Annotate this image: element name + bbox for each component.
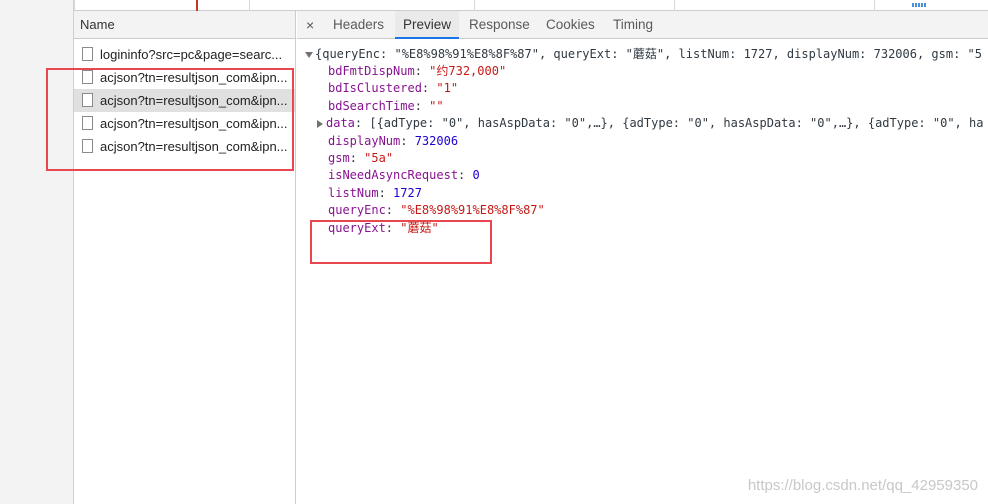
json-key: displayNum [328, 133, 401, 148]
expand-triangle-icon[interactable] [305, 51, 313, 58]
queryext-highlight-box [310, 220, 492, 264]
json-key: gsm [328, 151, 350, 165]
json-value: 0 [472, 168, 480, 183]
strip-divider [74, 0, 75, 11]
preview-pane: {queryEnc: "%E8%98%91%E8%8F%87", queryEx… [297, 40, 988, 504]
watermark: https://blog.csdn.net/qq_42959350 [747, 477, 978, 494]
json-value: "%E8%98%91%E8%8F%87" [400, 203, 545, 218]
json-colon: : [354, 116, 370, 131]
json-value: [{adType: "0", hasAspData: "0",…}, {adTy… [369, 116, 984, 131]
close-icon[interactable]: × [306, 11, 314, 39]
json-key: bdFmtDispNum [328, 64, 415, 78]
json-property-row[interactable]: data: [{adType: "0", hasAspData: "0",…},… [317, 115, 983, 132]
json-property-row[interactable]: bdSearchTime: "" [328, 98, 444, 115]
tab-response[interactable]: Response [461, 11, 538, 39]
json-value: "约732,000" [429, 64, 507, 78]
request-name: logininfo?src=pc&page=searc... [100, 47, 283, 62]
strip-red-mark [196, 0, 198, 11]
json-colon: : [421, 81, 437, 96]
json-summary: {queryEnc: "%E8%98%91%E8%8F%87", queryEx… [315, 47, 982, 61]
json-property-row[interactable]: queryEnc: "%E8%98%91%E8%8F%87" [328, 202, 545, 219]
name-column-header[interactable]: Name [74, 11, 295, 39]
json-property-row[interactable]: listNum: 1727 [328, 185, 422, 202]
json-colon: : [400, 133, 415, 148]
page-content-strip [74, 0, 988, 11]
tab-timing[interactable]: Timing [605, 11, 661, 39]
json-key: queryEnc [328, 203, 386, 218]
strip-divider [874, 0, 875, 11]
json-key: listNum [328, 185, 379, 200]
strip-blue-mark [912, 3, 926, 7]
detail-tabs-bar: × Headers Preview Response Cookies Timin… [297, 11, 988, 39]
json-value: "5a" [364, 151, 394, 165]
json-property-row[interactable]: gsm: "5a" [328, 150, 393, 167]
json-root-row[interactable]: {queryEnc: "%E8%98%91%E8%8F%87", queryEx… [305, 46, 982, 63]
json-property-row[interactable]: bdFmtDispNum: "约732,000" [328, 63, 506, 80]
request-highlight-box [46, 68, 294, 171]
tab-headers[interactable]: Headers [325, 11, 392, 39]
json-value: "1" [436, 81, 459, 96]
strip-divider [249, 0, 250, 11]
json-value: "" [429, 98, 444, 113]
strip-divider [674, 0, 675, 11]
json-colon: : [458, 168, 473, 183]
json-colon: : [414, 64, 430, 78]
json-value: 1727 [393, 185, 422, 200]
tab-cookies[interactable]: Cookies [538, 11, 603, 39]
request-row[interactable]: logininfo?src=pc&page=searc... [74, 43, 295, 66]
json-key: bdSearchTime [328, 98, 415, 113]
json-value: 732006 [414, 133, 459, 148]
json-colon: : [414, 98, 430, 113]
json-key: bdIsClustered [328, 81, 422, 96]
json-key: isNeedAsyncRequest [328, 168, 459, 183]
json-colon: : [378, 185, 394, 200]
json-colon: : [349, 151, 365, 165]
file-icon [82, 47, 93, 61]
json-colon: : [385, 203, 401, 218]
json-property-row[interactable]: displayNum: 732006 [328, 133, 458, 150]
expand-triangle-icon[interactable] [317, 119, 323, 128]
json-key: data [326, 116, 355, 131]
tab-preview[interactable]: Preview [395, 11, 460, 39]
strip-divider [474, 0, 475, 11]
json-property-row[interactable]: bdIsClustered: "1" [328, 80, 458, 97]
json-property-row[interactable]: isNeedAsyncRequest: 0 [328, 167, 480, 184]
